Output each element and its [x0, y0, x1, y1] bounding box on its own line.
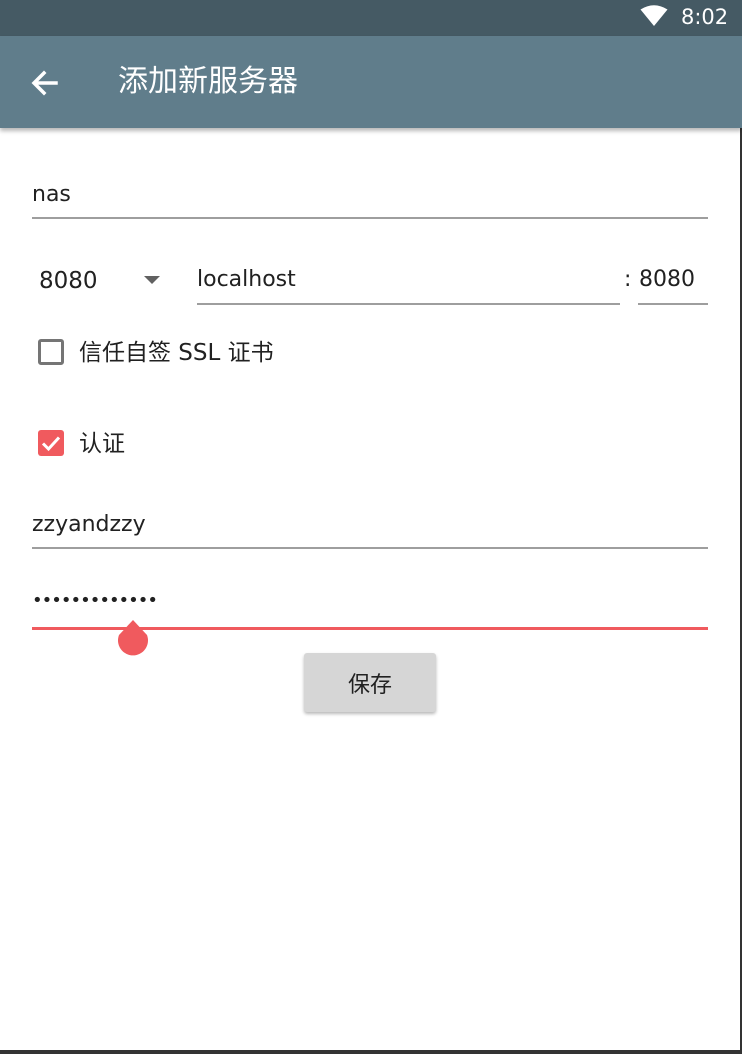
- port-dropdown[interactable]: 8080: [39, 267, 98, 295]
- password-input[interactable]: •••••••••••••: [32, 587, 158, 615]
- port-underline: [638, 303, 708, 305]
- page-title: 添加新服务器: [118, 64, 298, 99]
- username-underline: [32, 547, 708, 549]
- app-bar: 添加新服务器: [0, 36, 742, 128]
- host-underline: [197, 303, 620, 305]
- username-input[interactable]: zzyandzzy: [32, 511, 146, 539]
- screen-edge-bottom: [0, 1050, 742, 1054]
- save-button[interactable]: 保存: [304, 653, 436, 712]
- dropdown-arrow-icon[interactable]: [144, 276, 160, 284]
- status-bar: 8:02: [0, 0, 742, 36]
- trust-ssl-checkbox[interactable]: [38, 339, 64, 365]
- wifi-icon: [640, 5, 668, 26]
- server-name-input[interactable]: nas: [32, 181, 71, 209]
- text-cursor-handle-icon[interactable]: [117, 620, 149, 658]
- auth-label: 认证: [79, 431, 125, 457]
- host-input[interactable]: localhost: [197, 266, 296, 294]
- port-separator: :: [624, 267, 632, 292]
- server-name-underline: [32, 217, 708, 219]
- port-input[interactable]: 8080: [639, 266, 695, 294]
- auth-checkbox[interactable]: [38, 430, 64, 456]
- status-time: 8:02: [681, 5, 729, 29]
- check-icon: [41, 436, 61, 452]
- trust-ssl-label: 信任自签 SSL 证书: [79, 340, 274, 366]
- arrow-back-icon[interactable]: [28, 66, 62, 100]
